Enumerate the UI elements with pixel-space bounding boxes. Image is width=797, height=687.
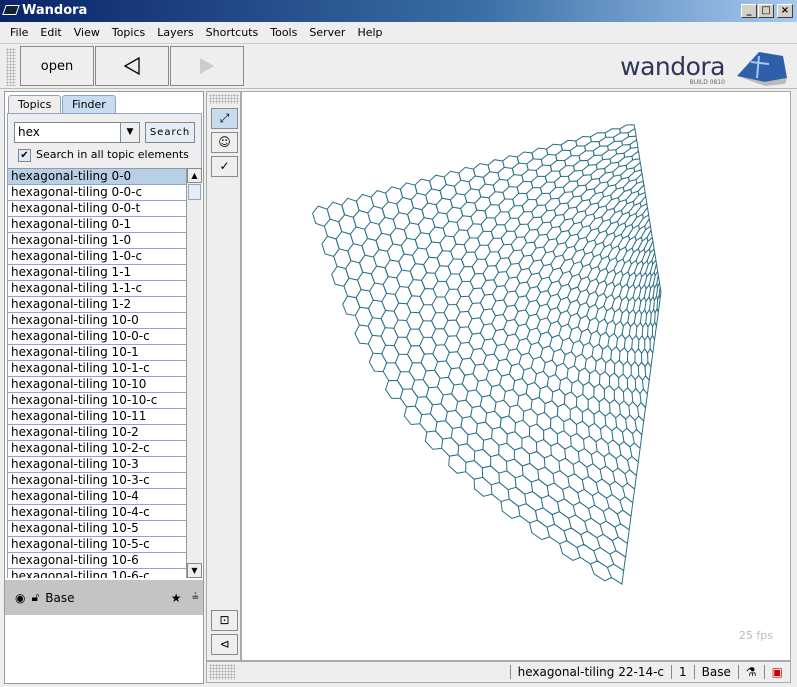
list-item[interactable]: hexagonal-tiling 10-3 — [8, 457, 186, 473]
list-item[interactable]: hexagonal-tiling 10-1-c — [8, 361, 186, 377]
status-topic: hexagonal-tiling 22-14-c — [510, 665, 671, 679]
hexagon-graph[interactable] — [242, 92, 792, 662]
list-item[interactable]: hexagonal-tiling 10-3-c — [8, 473, 186, 489]
finder-panel: hex ▼ Search ✔ Search in all topic eleme… — [7, 113, 202, 578]
menu-edit[interactable]: Edit — [34, 22, 67, 43]
title-bar: Wandora _ □ × — [0, 0, 797, 22]
scroll-thumb[interactable] — [188, 184, 201, 200]
tab-topics[interactable]: Topics — [8, 95, 61, 114]
triangle-left-icon — [122, 56, 142, 76]
list-item[interactable]: hexagonal-tiling 1-1 — [8, 265, 186, 281]
left-panel: Topics Finder hex ▼ Search ✔ Search in a… — [4, 91, 204, 684]
status-grip — [209, 664, 235, 680]
edit-tool-button[interactable]: ✓ — [211, 156, 238, 177]
window-title: Wandora — [22, 3, 87, 18]
logo-text: wandora — [620, 55, 725, 79]
list-item[interactable]: hexagonal-tiling 0-1 — [8, 217, 186, 233]
status-bar: hexagonal-tiling 22-14-c 1 Base ⚗ ▣ — [206, 661, 791, 683]
toolbar-grip[interactable] — [6, 48, 16, 86]
minimize-button[interactable]: _ — [741, 4, 757, 18]
list-item[interactable]: hexagonal-tiling 10-10-c — [8, 393, 186, 409]
list-item[interactable]: hexagonal-tiling 1-0-c — [8, 249, 186, 265]
menu-server[interactable]: Server — [303, 22, 351, 43]
menu-bar: FileEditViewTopicsLayersShortcutsToolsSe… — [0, 22, 797, 44]
status-count: 1 — [671, 665, 694, 679]
maximize-button[interactable]: □ — [758, 4, 774, 18]
list-item[interactable]: hexagonal-tiling 10-11 — [8, 409, 186, 425]
list-item[interactable]: hexagonal-tiling 1-2 — [8, 297, 186, 313]
merge-icon[interactable]: ≟ — [191, 593, 199, 603]
list-item[interactable]: hexagonal-tiling 10-2-c — [8, 441, 186, 457]
layer-row[interactable]: ◉ 🔓︎ Base ★ ≟ — [5, 580, 203, 615]
menu-file[interactable]: File — [4, 22, 34, 43]
back-button[interactable] — [95, 46, 169, 86]
pen-icon: ✓ — [219, 159, 229, 173]
list-item[interactable]: hexagonal-tiling 10-4 — [8, 489, 186, 505]
list-item[interactable]: hexagonal-tiling 1-0 — [8, 233, 186, 249]
menu-view[interactable]: View — [68, 22, 106, 43]
list-item[interactable]: hexagonal-tiling 1-1-c — [8, 281, 186, 297]
star-icon[interactable]: ★ — [171, 591, 182, 605]
wandora-icon — [2, 5, 20, 15]
tab-finder[interactable]: Finder — [62, 95, 116, 114]
graph-canvas[interactable]: 25 fps — [241, 91, 791, 661]
back-box-icon: ⊲ — [219, 637, 229, 651]
status-layer: Base — [694, 665, 738, 679]
graph-tool-bar: ⤢ ☺ ✓ ⊡ ⊲ — [206, 91, 241, 661]
list-item[interactable]: hexagonal-tiling 10-2 — [8, 425, 186, 441]
menu-help[interactable]: Help — [351, 22, 388, 43]
list-item[interactable]: hexagonal-tiling 0-0 — [8, 169, 186, 185]
list-item[interactable]: hexagonal-tiling 10-6-c — [8, 569, 186, 578]
triangle-right-icon — [197, 56, 217, 76]
forward-button[interactable] — [170, 46, 244, 86]
expand-arrows-icon: ⤢ — [220, 111, 230, 125]
list-item[interactable]: hexagonal-tiling 10-0 — [8, 313, 186, 329]
menu-shortcuts[interactable]: Shortcuts — [200, 22, 265, 43]
graph-layout-icon: ⊡ — [219, 613, 229, 627]
menu-topics[interactable]: Topics — [106, 22, 151, 43]
toolbar-grip[interactable] — [209, 94, 239, 104]
server-icon[interactable]: ▣ — [764, 665, 790, 679]
select-tool-button[interactable]: ☺ — [211, 132, 238, 153]
results-scrollbar[interactable]: ▲ ▼ — [186, 168, 202, 578]
scroll-down-button[interactable]: ▼ — [187, 563, 202, 578]
list-item[interactable]: hexagonal-tiling 10-1 — [8, 345, 186, 361]
hexagon-edges[interactable] — [313, 125, 661, 584]
list-item[interactable]: hexagonal-tiling 10-4-c — [8, 505, 186, 521]
lasso-icon: ☺ — [218, 135, 231, 149]
fps-label: 25 fps — [739, 629, 773, 642]
drag-tool-button[interactable]: ⤢ — [211, 108, 238, 129]
logo-mark-icon — [729, 48, 787, 86]
search-button[interactable]: Search — [145, 122, 195, 143]
flask-icon[interactable]: ⚗ — [738, 665, 764, 679]
close-button[interactable]: × — [777, 4, 793, 18]
search-all-label: Search in all topic elements — [36, 148, 189, 161]
layout-button[interactable]: ⊡ — [211, 610, 238, 631]
eye-icon[interactable]: ◉ — [15, 591, 25, 605]
list-item[interactable]: hexagonal-tiling 10-0-c — [8, 329, 186, 345]
menu-layers[interactable]: Layers — [151, 22, 199, 43]
open-button[interactable]: open — [20, 46, 94, 86]
chevron-down-icon[interactable]: ▼ — [120, 122, 140, 143]
menu-tools[interactable]: Tools — [264, 22, 303, 43]
list-item[interactable]: hexagonal-tiling 10-6 — [8, 553, 186, 569]
wandora-logo: wandora BUILD 0810 — [620, 46, 787, 86]
unlock-icon[interactable]: 🔓︎ — [31, 590, 39, 605]
search-all-checkbox[interactable]: ✔ — [18, 149, 31, 162]
collapse-button[interactable]: ⊲ — [211, 634, 238, 655]
list-item[interactable]: hexagonal-tiling 10-5-c — [8, 537, 186, 553]
list-item[interactable]: hexagonal-tiling 10-10 — [8, 377, 186, 393]
scroll-up-button[interactable]: ▲ — [187, 168, 202, 183]
list-item[interactable]: hexagonal-tiling 0-0-t — [8, 201, 186, 217]
layer-name: Base — [45, 591, 74, 605]
results-list: hexagonal-tiling 0-0hexagonal-tiling 0-0… — [8, 168, 186, 578]
list-item[interactable]: hexagonal-tiling 10-5 — [8, 521, 186, 537]
list-item[interactable]: hexagonal-tiling 0-0-c — [8, 185, 186, 201]
